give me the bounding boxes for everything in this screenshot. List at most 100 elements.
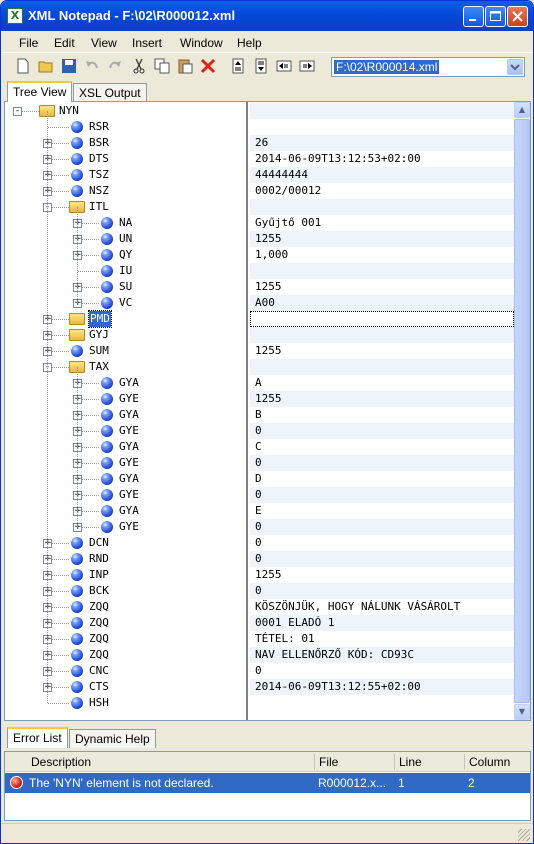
- node-value[interactable]: [250, 359, 514, 375]
- tree-node-label[interactable]: GYA: [119, 471, 139, 487]
- nudge-down-icon[interactable]: [253, 58, 269, 74]
- open-icon[interactable]: [38, 58, 54, 74]
- menu-file[interactable]: File: [19, 36, 38, 50]
- tree-node-label[interactable]: PMD: [88, 310, 112, 328]
- node-value[interactable]: 1255: [250, 231, 514, 247]
- node-value[interactable]: [250, 103, 514, 119]
- tree-node-gye[interactable]: + GYE: [5, 423, 248, 439]
- paste-icon[interactable]: [177, 58, 193, 74]
- tree-node-label[interactable]: VC: [119, 295, 132, 311]
- tree-node-tax[interactable]: - TAX: [5, 359, 248, 375]
- node-value[interactable]: [250, 199, 514, 215]
- tab-xsl-output[interactable]: XSL Output: [73, 83, 147, 102]
- tree-node-label[interactable]: SU: [119, 279, 132, 295]
- tree-node-rnd[interactable]: + RND: [5, 551, 248, 567]
- node-value[interactable]: 0: [250, 519, 514, 535]
- tree-node-cnc[interactable]: + CNC: [5, 663, 248, 679]
- node-tree[interactable]: - NYN RSR + BSR + DTS + TSZ + NSZ - ITL + NA + UN + QY IU + S…: [5, 102, 248, 720]
- tab-error-list[interactable]: Error List: [7, 727, 68, 748]
- node-value[interactable]: E: [250, 503, 514, 519]
- tree-node-gye[interactable]: + GYE: [5, 391, 248, 407]
- node-value[interactable]: 0002/00012: [250, 183, 514, 199]
- node-value[interactable]: [250, 119, 514, 135]
- tree-node-label[interactable]: BSR: [89, 135, 109, 151]
- col-file[interactable]: File: [319, 755, 338, 769]
- tree-node-hsh[interactable]: HSH: [5, 695, 248, 711]
- copy-icon[interactable]: [154, 58, 170, 74]
- tree-node-iu[interactable]: IU: [5, 263, 248, 279]
- maximize-button[interactable]: [485, 6, 506, 27]
- node-value[interactable]: 0: [250, 423, 514, 439]
- chevron-down-icon[interactable]: [507, 59, 523, 75]
- tree-node-label[interactable]: UN: [119, 231, 132, 247]
- collapse-icon[interactable]: -: [13, 107, 22, 116]
- tree-node-label[interactable]: QY: [119, 247, 132, 263]
- tree-node-label[interactable]: INP: [89, 567, 109, 583]
- tree-node-nyn[interactable]: - NYN: [5, 103, 248, 119]
- tree-node-vc[interactable]: + VC: [5, 295, 248, 311]
- node-value[interactable]: 0: [250, 535, 514, 551]
- tree-node-label[interactable]: CNC: [89, 663, 109, 679]
- node-value[interactable]: [250, 263, 514, 279]
- minimize-button[interactable]: [463, 6, 484, 27]
- tab-tree-view[interactable]: Tree View: [7, 81, 73, 102]
- location-combobox[interactable]: F:\02\R000014.xml: [331, 57, 525, 77]
- save-icon[interactable]: [61, 58, 77, 74]
- redo-icon[interactable]: [107, 58, 123, 74]
- tree-node-zqq[interactable]: + ZQQ: [5, 631, 248, 647]
- tree-node-bck[interactable]: + BCK: [5, 583, 248, 599]
- new-icon[interactable]: [15, 58, 31, 74]
- node-value[interactable]: 0: [250, 551, 514, 567]
- tree-node-zqq[interactable]: + ZQQ: [5, 599, 248, 615]
- tree-node-label[interactable]: ZQQ: [89, 599, 109, 615]
- nudge-left-icon[interactable]: [276, 58, 292, 74]
- location-text[interactable]: F:\02\R000014.xml: [334, 60, 440, 74]
- tree-node-qy[interactable]: + QY: [5, 247, 248, 263]
- cut-icon[interactable]: [131, 58, 147, 74]
- node-value[interactable]: 1255: [250, 343, 514, 359]
- error-row[interactable]: The 'NYN' element is not declared. R0000…: [5, 773, 530, 793]
- tree-node-label[interactable]: NA: [119, 215, 132, 231]
- nudge-right-icon[interactable]: [299, 58, 315, 74]
- node-value[interactable]: 44444444: [250, 167, 514, 183]
- col-column[interactable]: Column: [469, 755, 510, 769]
- tree-node-zqq[interactable]: + ZQQ: [5, 615, 248, 631]
- tree-node-label[interactable]: GYE: [119, 423, 139, 439]
- tab-dynamic-help[interactable]: Dynamic Help: [69, 729, 156, 748]
- tree-node-gya[interactable]: + GYA: [5, 471, 248, 487]
- tree-node-tsz[interactable]: + TSZ: [5, 167, 248, 183]
- tree-node-label[interactable]: TAX: [89, 359, 109, 375]
- tree-node-label[interactable]: GYJ: [89, 327, 109, 343]
- tree-node-inp[interactable]: + INP: [5, 567, 248, 583]
- scroll-thumb[interactable]: [514, 119, 530, 703]
- tree-node-label[interactable]: ITL: [89, 199, 109, 215]
- column-divider[interactable]: [394, 754, 395, 770]
- tree-node-label[interactable]: DCN: [89, 535, 109, 551]
- tree-node-cts[interactable]: + CTS: [5, 679, 248, 695]
- tree-node-dcn[interactable]: + DCN: [5, 535, 248, 551]
- tree-node-un[interactable]: + UN: [5, 231, 248, 247]
- menu-edit[interactable]: Edit: [54, 36, 75, 50]
- column-divider[interactable]: [464, 754, 465, 770]
- tree-node-label[interactable]: GYE: [119, 487, 139, 503]
- node-value[interactable]: 0: [250, 663, 514, 679]
- tree-node-gya[interactable]: + GYA: [5, 375, 248, 391]
- tree-node-label[interactable]: GYA: [119, 407, 139, 423]
- tree-node-gye[interactable]: + GYE: [5, 487, 248, 503]
- tree-node-label[interactable]: SUM: [89, 343, 109, 359]
- tree-node-zqq[interactable]: + ZQQ: [5, 647, 248, 663]
- tree-node-dts[interactable]: + DTS: [5, 151, 248, 167]
- tree-node-label[interactable]: GYE: [119, 519, 139, 535]
- tree-node-na[interactable]: + NA: [5, 215, 248, 231]
- col-line[interactable]: Line: [399, 755, 422, 769]
- node-value[interactable]: [250, 695, 514, 711]
- close-button[interactable]: [507, 6, 528, 27]
- node-value[interactable]: 0: [250, 583, 514, 599]
- delete-icon[interactable]: [200, 58, 216, 74]
- tree-node-gye[interactable]: + GYE: [5, 519, 248, 535]
- node-value[interactable]: TÉTEL: 01: [250, 631, 514, 647]
- column-divider[interactable]: [314, 754, 315, 770]
- tree-node-label[interactable]: GYA: [119, 503, 139, 519]
- tree-node-label[interactable]: GYA: [119, 375, 139, 391]
- undo-icon[interactable]: [84, 58, 100, 74]
